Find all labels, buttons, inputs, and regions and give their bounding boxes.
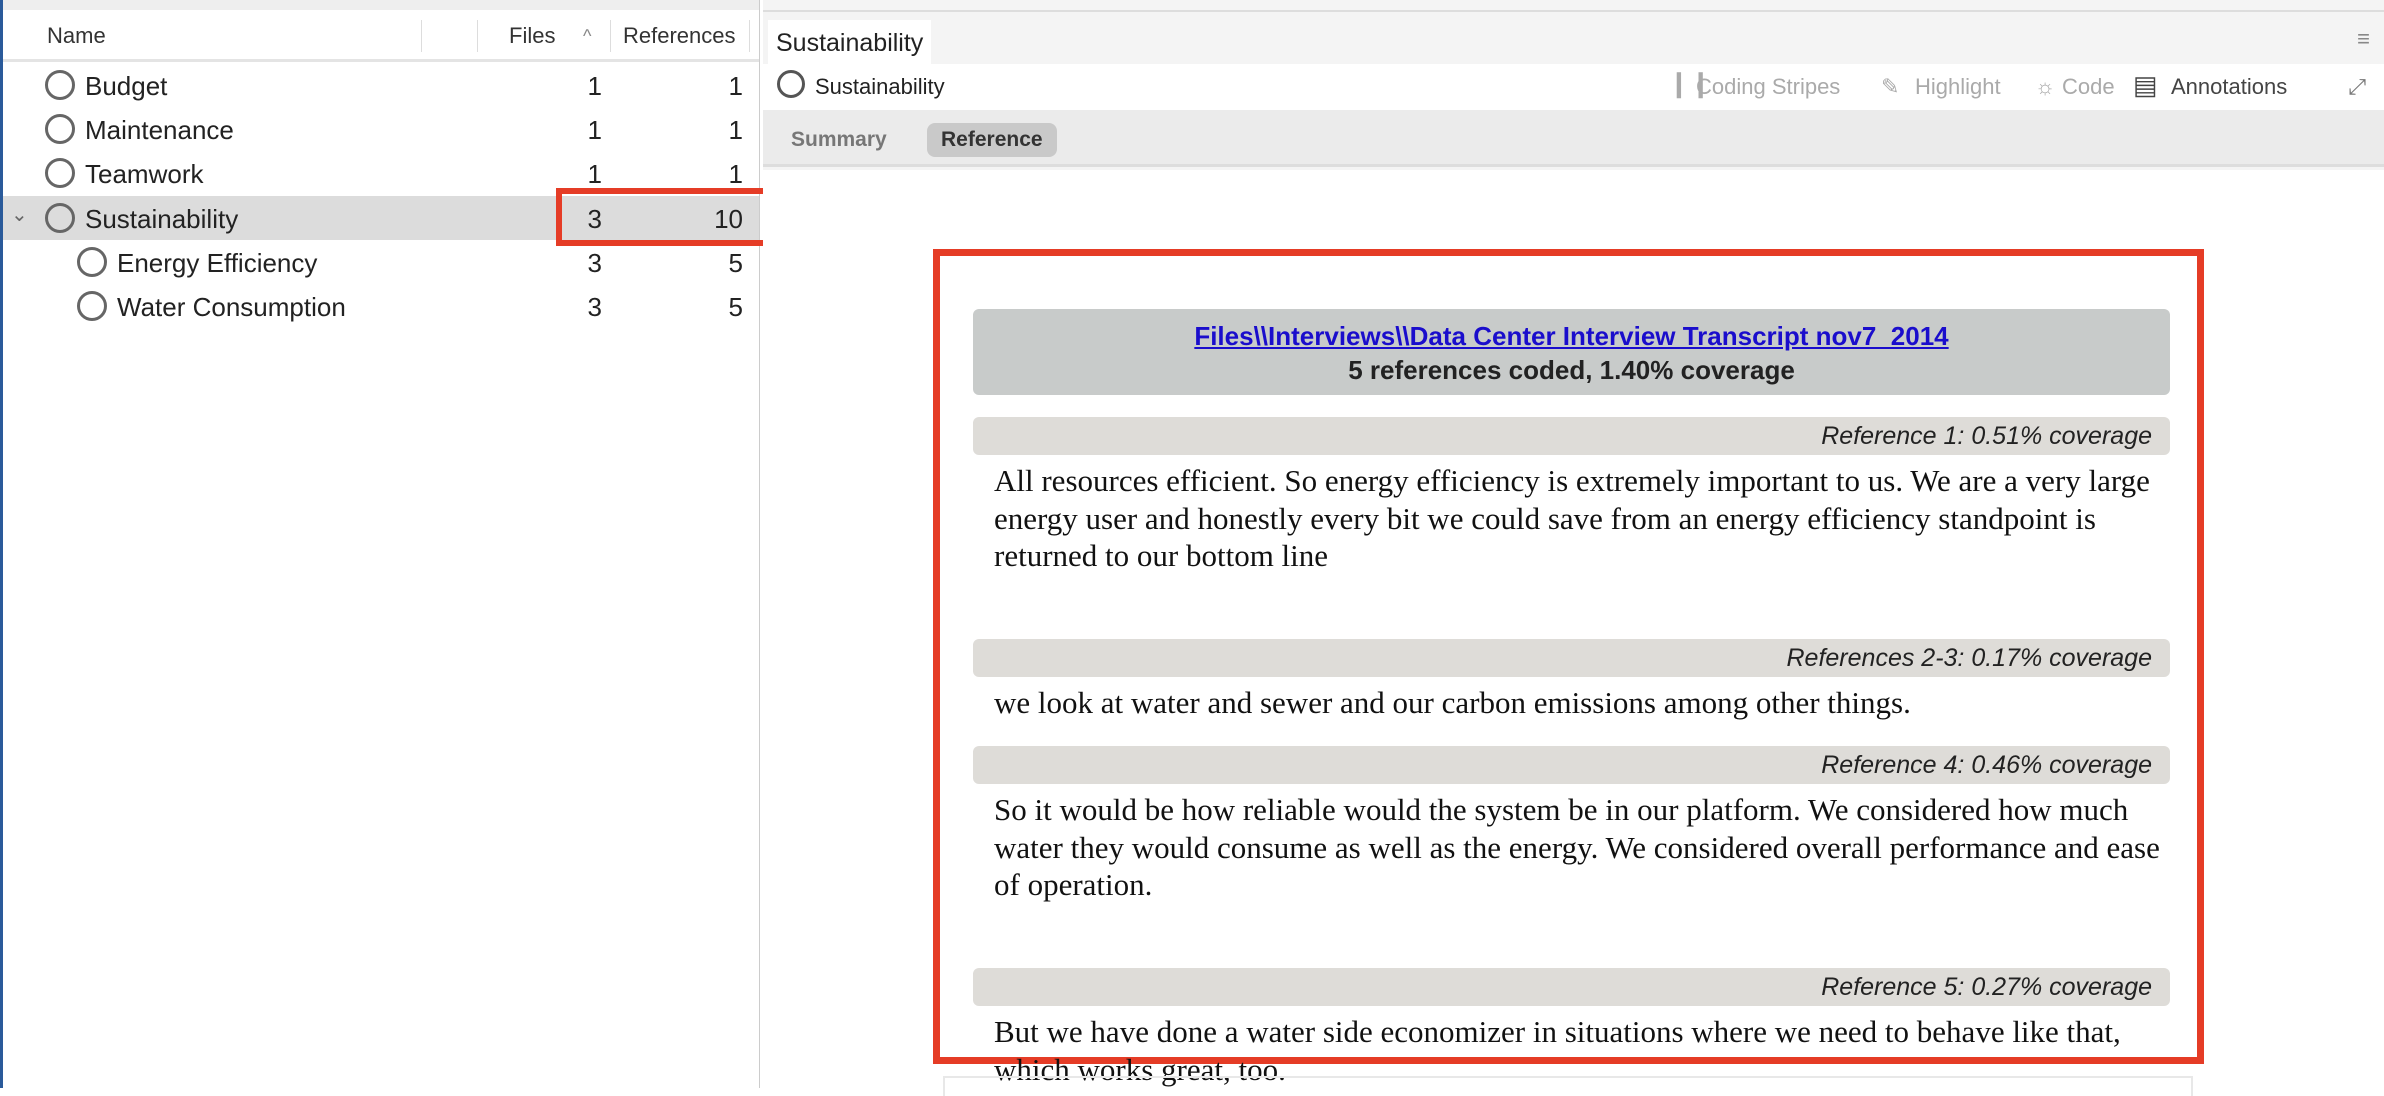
column-divider[interactable] [610, 20, 611, 52]
tab-sustainability[interactable]: Sustainability [768, 20, 932, 66]
node-circle-icon [45, 70, 75, 100]
node-circle-icon [45, 114, 75, 144]
column-divider[interactable] [477, 20, 478, 52]
nodes-table-header: Name Files ^ References [3, 10, 759, 62]
panel-top-strip [3, 0, 759, 10]
node-name: Energy Efficiency [117, 248, 318, 278]
tab-reference[interactable]: Reference [927, 123, 1057, 157]
node-name: Budget [85, 71, 168, 101]
column-divider[interactable] [421, 20, 422, 52]
next-source-box [943, 1076, 2193, 1096]
node-files: 1 [587, 159, 602, 189]
node-title: Sustainability [815, 74, 945, 99]
node-references: 5 [728, 248, 743, 278]
column-divider[interactable] [749, 20, 750, 52]
menu-icon[interactable]: ≡ [2357, 26, 2370, 52]
highlight-pen-icon: ✎ [1881, 74, 1900, 99]
expand-icon[interactable]: ⤢ [2348, 74, 2366, 100]
reference-text: All resources efficient. So energy effic… [994, 463, 2150, 573]
node-row-energy-efficiency[interactable]: Energy Efficiency 3 5 [3, 240, 759, 284]
node-circle-icon [77, 291, 107, 321]
node-files: 1 [587, 115, 602, 145]
node-name: Water Consumption [117, 292, 346, 322]
source-header: Files\\Interviews\\Data Center Interview… [973, 309, 2170, 395]
highlight-button[interactable]: Highlight [1915, 74, 2001, 100]
column-header-references[interactable]: References [623, 23, 736, 49]
reference-header: References 2-3: 0.17% coverage [973, 639, 2170, 677]
node-references: 1 [728, 71, 743, 101]
nodes-panel: Name Files ^ References Budget 1 1 Maint… [0, 0, 775, 1088]
detail-toolbar: Sustainability ❙❙ Coding Stripes ✎ Highl… [763, 64, 2384, 110]
annotation-icon: ▤ [2133, 70, 2158, 100]
node-circle-icon [777, 70, 805, 98]
view-tabs: Summary Reference [763, 110, 2384, 167]
node-name: Teamwork [85, 159, 204, 189]
node-files: 3 [587, 248, 602, 278]
node-row-budget[interactable]: Budget 1 1 [3, 63, 759, 107]
lightbulb-icon: ☼ [2035, 74, 2056, 99]
reference-header: Reference 1: 0.51% coverage [973, 417, 2170, 455]
reference-text: we look at water and sewer and our carbo… [994, 685, 1911, 720]
column-header-name[interactable]: Name [47, 23, 106, 49]
node-references: 1 [728, 159, 743, 189]
column-header-files[interactable]: Files [509, 23, 555, 49]
coding-stripes-button[interactable]: Coding Stripes [1696, 74, 1840, 100]
source-coverage-summary: 5 references coded, 1.40% coverage [1348, 355, 1795, 385]
node-circle-icon [45, 158, 75, 188]
detail-tab-strip: Sustainability ≡ [763, 10, 2384, 66]
source-link[interactable]: Files\\Interviews\\Data Center Interview… [1194, 321, 1948, 351]
node-references: 5 [728, 292, 743, 322]
reference-header: Reference 4: 0.46% coverage [973, 746, 2170, 784]
code-button[interactable]: Code [2062, 74, 2115, 100]
sort-ascending-icon: ^ [583, 26, 592, 46]
node-row-water-consumption[interactable]: Water Consumption 3 5 [3, 284, 759, 328]
highlight-annotation-box: Files\\Interviews\\Data Center Interview… [933, 249, 2204, 1087]
node-references: 1 [728, 115, 743, 145]
node-files: 1 [587, 71, 602, 101]
node-files: 3 [587, 292, 602, 322]
node-name: Sustainability [85, 204, 239, 234]
chevron-down-icon[interactable]: ⌄ [11, 202, 28, 227]
node-circle-icon [45, 203, 75, 233]
node-row-maintenance[interactable]: Maintenance 1 1 [3, 107, 759, 151]
node-circle-icon [77, 247, 107, 277]
reference-text: So it would be how reliable would the sy… [994, 792, 2160, 902]
annotations-button[interactable]: Annotations [2171, 74, 2287, 100]
reference-header: Reference 5: 0.27% coverage [973, 968, 2170, 1006]
tab-summary[interactable]: Summary [777, 123, 901, 157]
node-name: Maintenance [85, 115, 234, 145]
highlight-annotation-box [556, 188, 775, 246]
